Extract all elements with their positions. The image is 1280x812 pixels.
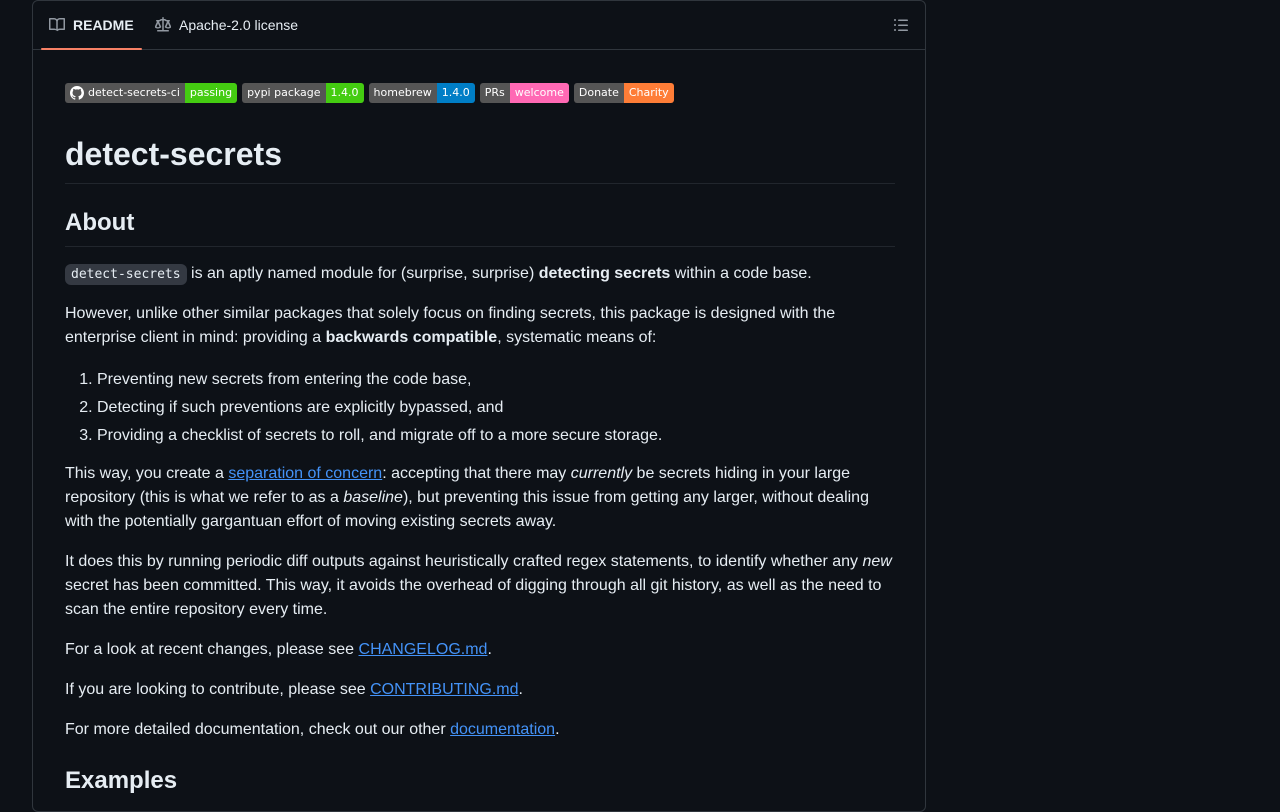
about-paragraph-3: This way, you create a separation of con… [65,465,869,530]
badge-row: detect-secrets-ci passing pypi package 1… [65,83,674,103]
list-item: Preventing new secrets from entering the… [97,366,897,394]
about-paragraph-2: However, unlike other similar packages t… [65,305,836,346]
table-of-contents-button[interactable] [889,13,913,37]
about-paragraph-1: detect-secrets is an aptly named module … [65,262,895,287]
badge-homebrew-value: 1.4.0 [436,83,475,103]
inline-code: detect-secrets [65,264,187,285]
badge-ci-value: passing [184,83,238,103]
github-mark-icon [70,86,84,100]
book-icon [49,17,65,32]
badge-donate[interactable]: Donate Charity [573,83,674,103]
separation-of-concern-link[interactable]: separation of concern [228,465,382,482]
changelog-link[interactable]: CHANGELOG.md [359,641,488,658]
badge-prs-value: welcome [509,83,569,103]
about-paragraph-5: For a look at recent changes, please see… [65,641,492,658]
contributing-link[interactable]: CONTRIBUTING.md [370,681,518,698]
list-unordered-icon [894,19,908,31]
tab-readme[interactable]: README [41,1,142,50]
tab-license-label: Apache-2.0 license [179,17,299,33]
badge-ci[interactable]: detect-secrets-ci passing [65,83,238,103]
badge-donate-value: Charity [623,83,674,103]
about-paragraph-7: For more detailed documentation, check o… [65,721,560,738]
badge-pypi-value: 1.4.0 [325,83,364,103]
tab-license[interactable]: Apache-2.0 license [147,1,306,49]
about-paragraph-4: It does this by running periodic diff ou… [65,553,892,618]
law-scale-icon [155,17,171,32]
badge-pypi-label: pypi package [242,83,326,103]
badge-prs-label: PRs [479,83,510,103]
about-heading: About [65,208,895,247]
list-item: Providing a checklist of secrets to roll… [97,422,897,450]
badge-homebrew[interactable]: homebrew 1.4.0 [368,83,475,103]
badge-donate-label: Donate [573,83,624,103]
badge-pypi[interactable]: pypi package 1.4.0 [242,83,364,103]
about-paragraph-6: If you are looking to contribute, please… [65,681,523,698]
examples-heading: Examples [65,767,178,794]
badge-homebrew-label: homebrew [368,83,437,103]
readme-tabbar: README Apache-2.0 license [33,1,925,50]
badge-prs[interactable]: PRs welcome [479,83,569,103]
readme-panel: README Apache-2.0 license detect-secrets… [32,0,926,812]
list-item: Detecting if such preventions are explic… [97,394,897,422]
badge-ci-label: detect-secrets-ci [88,86,180,99]
documentation-link[interactable]: documentation [450,721,555,738]
page-title: detect-secrets [65,136,895,184]
tab-readme-label: README [73,17,134,33]
goals-list: Preventing new secrets from entering the… [65,366,897,450]
